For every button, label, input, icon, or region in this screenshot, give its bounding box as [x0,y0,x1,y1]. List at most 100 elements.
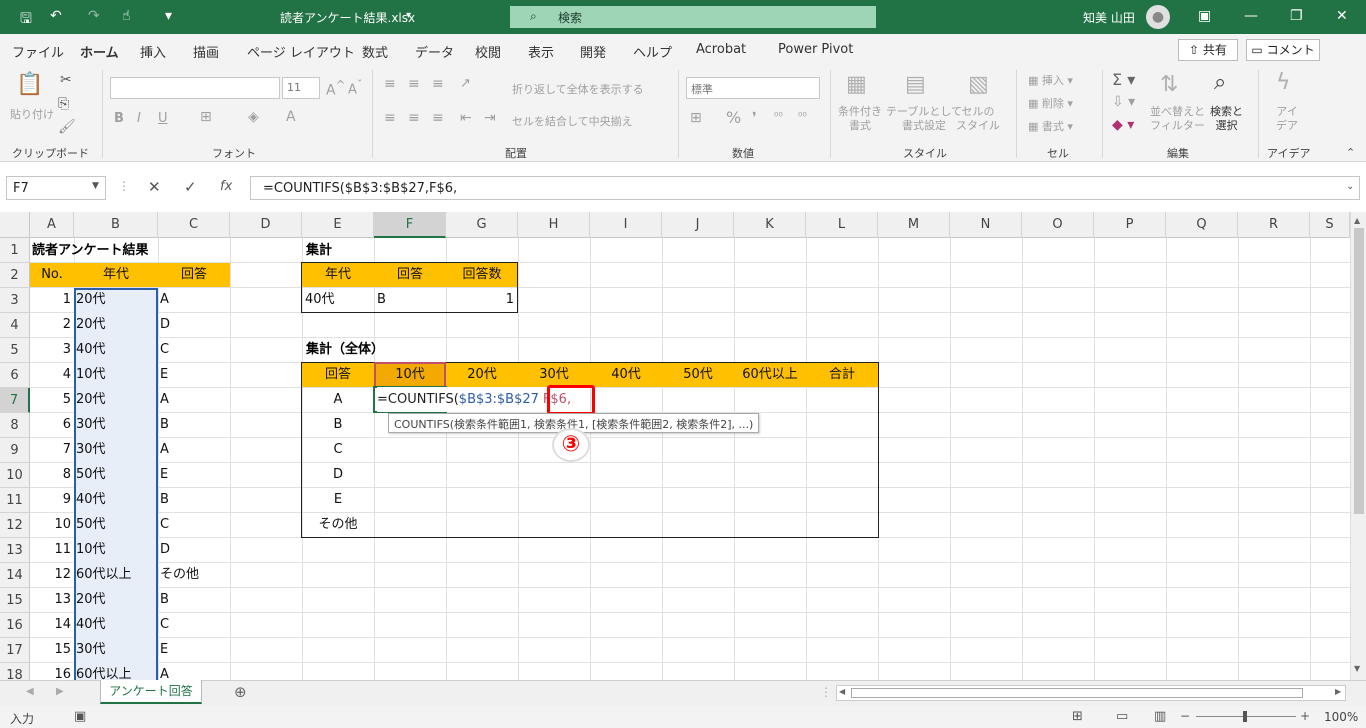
row-header[interactable]: 10 [0,463,30,488]
comma-icon[interactable]: ❜ [752,110,757,126]
survey-age[interactable]: 40代 [76,337,156,362]
search-box[interactable]: ⌕ 検索 [510,6,876,28]
align-center-icon[interactable]: ≡ [408,110,420,126]
survey-age[interactable]: 20代 [76,287,156,312]
total-header[interactable]: 30代 [518,362,590,387]
next-sheet-icon[interactable]: ▶ [56,686,64,697]
delete-cells-button[interactable]: ▦ 削除 ▾ [1028,95,1073,111]
restore-icon[interactable]: ❐ [1290,8,1303,24]
survey-answer[interactable]: A [160,287,230,312]
collapse-ribbon-icon[interactable]: ⌃ [1346,146,1355,159]
survey-age[interactable]: 40代 [76,487,156,512]
decrease-decimal-icon[interactable]: ⁰⁰ [798,110,807,123]
prev-sheet-icon[interactable]: ◀ [26,686,34,697]
column-header[interactable]: L [806,212,878,238]
header-answer[interactable]: 回答 [158,262,230,287]
summary-cell[interactable]: B [377,287,386,312]
align-left-icon[interactable]: ≡ [384,110,396,126]
insert-cells-button[interactable]: ▦ 挿入 ▾ [1028,72,1073,88]
insert-function-icon[interactable]: fx [220,179,232,194]
page-layout-view-icon[interactable]: ▭ [1116,709,1128,724]
survey-no[interactable]: 6 [30,412,74,437]
tab-power-pivot[interactable]: Power Pivot [778,42,853,57]
format-painter-icon[interactable]: 🖌 [58,119,76,135]
total-row-label[interactable]: C [302,437,374,462]
survey-answer[interactable]: C [160,612,230,637]
survey-answer[interactable]: A [160,437,230,462]
format-cells-button[interactable]: ▦ 書式 ▾ [1028,118,1073,134]
tab-view[interactable]: 表示 [528,42,554,61]
share-button[interactable]: ⇧ 共有 [1178,39,1238,61]
survey-no[interactable]: 10 [30,512,74,537]
scroll-down-icon[interactable]: ▼ [1354,664,1360,673]
font-name-dropdown[interactable] [110,77,280,99]
zoom-out-icon[interactable]: − [1180,709,1190,723]
header-age[interactable]: 年代 [74,262,158,287]
survey-no[interactable]: 9 [30,487,74,512]
font-shrink-icon[interactable]: Aˇ [348,78,362,97]
summary-header[interactable]: 回答数 [446,262,518,287]
underline-icon[interactable]: U [158,111,168,126]
row-header[interactable]: 4 [0,313,30,338]
align-right-icon[interactable]: ≡ [432,110,444,126]
column-header[interactable]: B [74,212,158,238]
customize-toolbar-icon[interactable]: ▾ [165,8,172,24]
tab-insert[interactable]: 挿入 [140,42,166,61]
survey-no[interactable]: 14 [30,612,74,637]
enter-icon[interactable]: ✓ [184,178,197,196]
survey-age[interactable]: 30代 [76,412,156,437]
align-middle-icon[interactable]: ≡ [408,76,420,92]
row-header[interactable]: 17 [0,638,30,663]
column-header[interactable]: E [302,212,374,238]
total-header[interactable]: 回答 [302,362,374,387]
column-header[interactable]: C [158,212,230,238]
survey-no[interactable]: 7 [30,437,74,462]
survey-no[interactable]: 3 [30,337,74,362]
title-dropdown-icon[interactable]: ▾ [406,10,411,21]
total-title[interactable]: 集計（全体） [306,337,384,362]
sheet-tab-active[interactable]: アンケート回答 [100,680,202,704]
zoom-in-icon[interactable]: + [1300,709,1310,723]
total-row-label[interactable]: A [302,387,374,412]
add-sheet-icon[interactable]: ⊕ [234,683,247,701]
align-top-icon[interactable]: ≡ [384,76,396,92]
table-format-icon[interactable]: ▤ [905,72,926,97]
vertical-scrollbar[interactable]: ▲ ▼ [1350,212,1366,680]
formula-input[interactable]: =COUNTIFS($B$3:$B$27,F$6, [250,176,1360,200]
save-icon[interactable]: 🖫 [20,8,32,32]
ribbon-display-icon[interactable]: ▣ [1198,8,1211,24]
cell-style-button[interactable]: セルの スタイル [956,105,1000,133]
border-icon[interactable]: ⊞ [200,109,212,125]
column-header[interactable]: H [518,212,590,238]
user-name[interactable]: 知美 山田 [1083,9,1135,26]
sheet-title[interactable]: 読者アンケート結果 [32,238,148,263]
wrap-text-button[interactable]: 折り返して全体を表示する [512,81,644,97]
avatar[interactable]: ● [1146,5,1170,29]
number-format-dropdown[interactable]: 標準 [686,77,820,99]
h-scroll-thumb[interactable] [851,688,1303,698]
scroll-left-icon[interactable]: ◀ [839,687,845,696]
header-no[interactable]: No. [30,262,74,287]
tab-acrobat[interactable]: Acrobat [696,42,746,57]
horizontal-scrollbar[interactable]: ◀ ▶ [836,685,1346,701]
survey-age[interactable]: 20代 [76,312,156,337]
fill-icon[interactable]: ⇩ ▾ [1112,94,1135,110]
percent-icon[interactable]: % [726,108,741,127]
row-header[interactable]: 5 [0,338,30,363]
summary-header[interactable]: 回答 [374,262,446,287]
survey-age[interactable]: 20代 [76,587,156,612]
cut-icon[interactable]: ✂ [60,72,72,88]
row-header[interactable]: 3 [0,288,30,313]
row-header[interactable]: 12 [0,513,30,538]
column-header[interactable]: O [1022,212,1094,238]
copy-icon[interactable]: ⎘ [58,96,69,112]
summary-header[interactable]: 年代 [302,262,374,287]
column-header[interactable]: I [590,212,662,238]
survey-answer[interactable]: E [160,462,230,487]
total-header[interactable]: 40代 [590,362,662,387]
column-header[interactable]: K [734,212,806,238]
survey-no[interactable]: 5 [30,387,74,412]
survey-age[interactable]: 10代 [76,362,156,387]
row-header[interactable]: 7 [0,388,30,413]
find-select-icon[interactable]: ⌕ [1214,70,1226,95]
